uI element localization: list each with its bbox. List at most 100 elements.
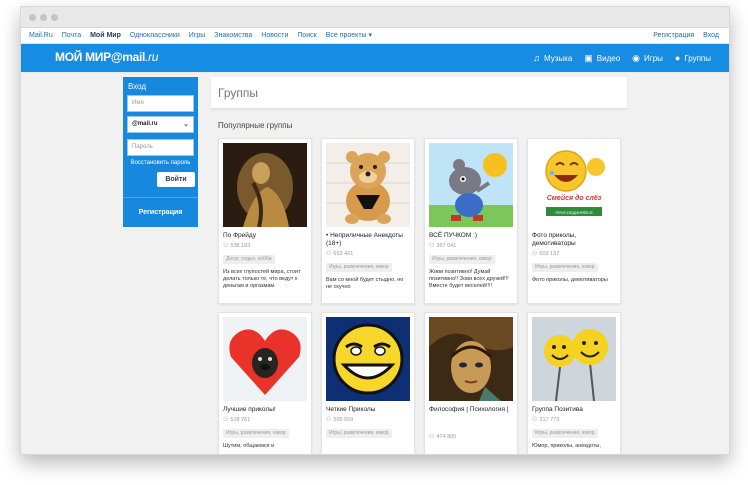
window-titlebar xyxy=(21,7,729,28)
picture-text: Смейся до слёз xyxy=(547,194,602,202)
group-card[interactable]: ВСЁ ПУЧКОМ :) ⚇ 367 041 Игры, развлечения… xyxy=(424,138,518,304)
topnav-login-link[interactable]: Вход xyxy=(703,32,719,39)
section-nav: ♫ Музыка ▣ Видео ◉ Игры ● Группы xyxy=(521,44,711,72)
group-card[interactable]: Группа Позитива ⚇ 317 773 Игры, развлечен… xyxy=(527,312,621,454)
topnav-moy-mir[interactable]: Мой Мир xyxy=(90,32,121,39)
section-nav-video[interactable]: ▣ Видео xyxy=(584,53,620,64)
member-count: ⚇ 603 137 xyxy=(532,250,559,257)
member-count-value: 367 041 xyxy=(436,243,457,249)
chevron-down-icon: ⌄ xyxy=(183,121,189,128)
member-count-value: 505 659 xyxy=(333,417,354,423)
topnav-pochta[interactable]: Почта xyxy=(62,32,81,39)
group-picture[interactable] xyxy=(532,317,616,401)
category-tag[interactable]: Игры, развлечения, юмор xyxy=(429,255,495,264)
group-description: Из всех глупостей мира, стоит делать тол… xyxy=(223,269,301,289)
group-title[interactable]: Группа Позитива xyxy=(532,406,618,414)
logo-text: МОЙ МИР@mail xyxy=(55,50,146,64)
group-picture[interactable]: Смейся до слёз ПРИСОЕДИНЯЙСЯ xyxy=(532,143,616,227)
member-count-value: 603 137 xyxy=(539,251,560,257)
logo-suffix: .ru xyxy=(145,50,159,64)
member-count-value: 653 421 xyxy=(333,251,354,257)
restore-password-link[interactable]: Восстановить пароль xyxy=(123,160,198,166)
window-close-dot[interactable] xyxy=(29,14,36,21)
page-title: Группы xyxy=(218,86,258,100)
section-nav-groups[interactable]: ● Группы xyxy=(675,53,711,63)
topnav-znakomstva[interactable]: Знакомства xyxy=(214,32,252,39)
group-card[interactable]: Смейся до слёз ПРИСОЕДИНЯЙСЯ Фото прикол… xyxy=(527,138,621,304)
login-password-input[interactable]: Пароль xyxy=(127,139,194,156)
section-nav-label: Видео xyxy=(596,53,621,63)
section-nav-games[interactable]: ◉ Игры xyxy=(632,53,663,64)
category-tag[interactable]: Игры, развлечения, юмор xyxy=(532,429,598,438)
login-domain-select[interactable]: @mail.ru ⌄ xyxy=(127,116,194,133)
members-icon: ⚇ xyxy=(326,417,332,423)
member-count: ⚇ 474 805 xyxy=(429,433,456,440)
section-nav-label: Музыка xyxy=(543,53,573,63)
member-count: ⚇ 653 421 xyxy=(326,250,353,257)
category-tag[interactable]: Игры, развлечения, юмор xyxy=(326,263,392,272)
group-card[interactable]: По Фрейду ⚇ 538 183 Досуг, отдых, хобби И… xyxy=(218,138,312,304)
group-card[interactable]: Лучшие приколы! ⚇ 528 761 Игры, развлечен… xyxy=(218,312,312,454)
group-picture[interactable] xyxy=(326,143,410,227)
members-icon: ⚇ xyxy=(429,243,435,249)
group-title[interactable]: Фото приколы, демотиваторы xyxy=(532,232,618,248)
groups-icon: ● xyxy=(674,53,681,63)
group-picture[interactable] xyxy=(223,317,307,401)
member-count: ⚇ 538 183 xyxy=(223,242,250,249)
browser-window: Mail.Ru Почта Мой Мир Одноклассники Игры… xyxy=(20,6,730,455)
member-count-value: 317 773 xyxy=(539,417,560,423)
video-icon: ▣ xyxy=(584,52,593,63)
topnav-novosti[interactable]: Новости xyxy=(261,32,288,39)
section-nav-label: Группы xyxy=(684,53,711,63)
group-title[interactable]: Четкие Приколы xyxy=(326,406,412,414)
group-description: Юмор, приколы, анекдоты, xyxy=(532,443,601,449)
window-minimize-dot[interactable] xyxy=(40,14,47,21)
group-card[interactable]: • Неприличные Анекдоты (18+) ⚇ 653 421 Иг… xyxy=(321,138,415,304)
gamepad-icon: ◉ xyxy=(632,52,641,63)
topnav-all-projects[interactable]: Все проекты ▾ xyxy=(326,32,372,39)
login-panel: Вход Имя @mail.ru ⌄ Пароль Восстановить … xyxy=(123,77,198,227)
group-card[interactable]: Четкие Приколы ⚇ 505 659 Игры, развлечени… xyxy=(321,312,415,454)
category-tag[interactable]: Игры, развлечения, юмор xyxy=(223,429,289,438)
group-picture[interactable] xyxy=(429,317,513,401)
section-nav-label: Игры xyxy=(644,53,663,63)
topnav-mailru[interactable]: Mail.Ru xyxy=(29,32,53,39)
group-title[interactable]: По Фрейду xyxy=(223,232,309,240)
members-icon: ⚇ xyxy=(223,243,229,249)
domain-value: @mail.ru xyxy=(132,121,158,127)
register-button[interactable]: Регистрация xyxy=(123,197,198,227)
members-icon: ⚇ xyxy=(326,251,332,257)
group-title[interactable]: Философия | Психология | xyxy=(429,406,515,414)
group-title[interactable]: • Неприличные Анекдоты (18+) xyxy=(326,232,412,248)
category-tag[interactable]: Досуг, отдых, хобби xyxy=(223,255,275,264)
groups-header: Группы xyxy=(211,77,627,109)
members-icon: ⚇ xyxy=(223,417,229,423)
group-picture[interactable] xyxy=(223,143,307,227)
category-tag[interactable]: Игры, развлечения, юмор xyxy=(326,429,392,438)
section-nav-music[interactable]: ♫ Музыка xyxy=(533,53,572,63)
member-count-value: 474 805 xyxy=(436,434,457,440)
topnav-igry[interactable]: Игры xyxy=(189,32,206,39)
topnav-poisk[interactable]: Поиск xyxy=(297,32,316,39)
member-count: ⚇ 367 041 xyxy=(429,242,456,249)
group-card[interactable]: Философия | Психология | ⚇ 474 805 xyxy=(424,312,518,454)
topnav-odnoklassniki[interactable]: Одноклассники xyxy=(130,32,180,39)
group-title[interactable]: Лучшие приколы! xyxy=(223,406,309,414)
login-submit-button[interactable]: Войти xyxy=(157,172,195,187)
group-description: Фото приколы, демотиваторы xyxy=(532,277,608,283)
moy-mir-logo[interactable]: МОЙ МИР@mail.ru xyxy=(55,50,158,64)
members-icon: ⚇ xyxy=(429,434,435,440)
category-tag[interactable]: Игры, развлечения, юмор xyxy=(532,263,598,272)
login-name-input[interactable]: Имя xyxy=(127,95,194,112)
picture-text: ПРИСОЕДИНЯЙСЯ xyxy=(555,210,592,215)
member-count-value: 528 761 xyxy=(230,417,251,423)
group-description: Шутим, общаемся и xyxy=(223,443,275,449)
group-picture[interactable] xyxy=(326,317,410,401)
group-picture[interactable] xyxy=(429,143,513,227)
page-content: Вход Имя @mail.ru ⌄ Пароль Восстановить … xyxy=(21,73,729,454)
group-title[interactable]: ВСЁ ПУЧКОМ :) xyxy=(429,232,515,240)
topnav-register-link[interactable]: Регистрация xyxy=(653,32,694,39)
section-title: Популярные группы xyxy=(218,121,293,130)
members-icon: ⚇ xyxy=(532,251,538,257)
window-zoom-dot[interactable] xyxy=(51,14,58,21)
